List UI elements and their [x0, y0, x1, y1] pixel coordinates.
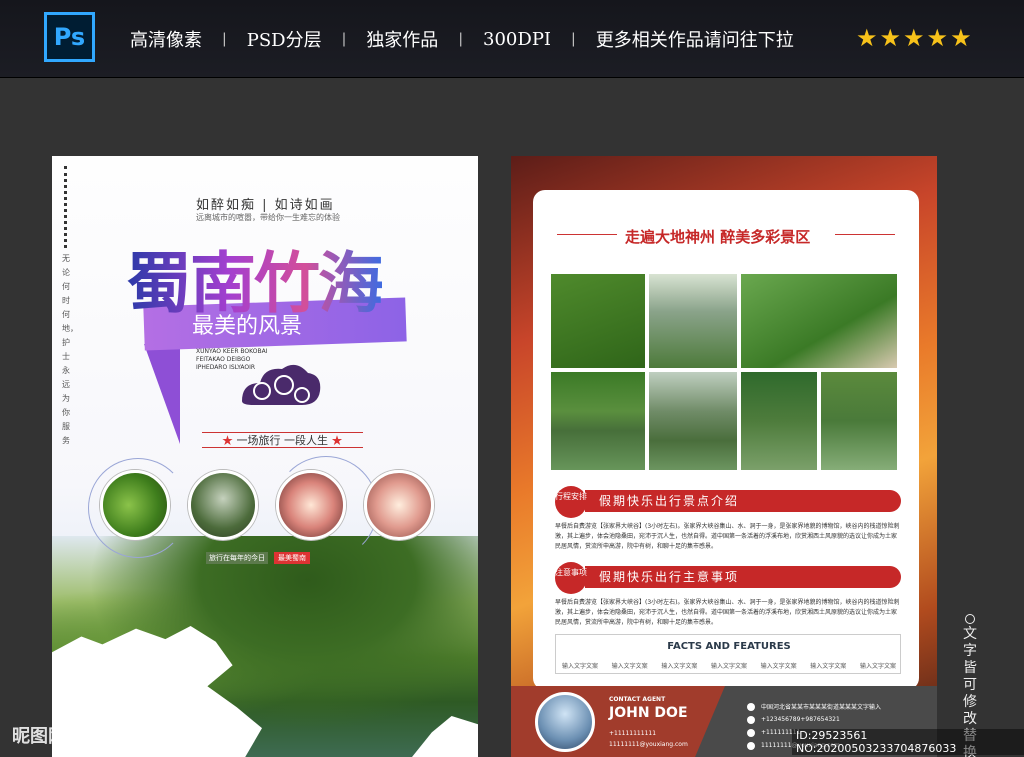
- star-icon: ★: [328, 434, 343, 447]
- grid-photo: [741, 372, 817, 470]
- banner-item-dpi: 300DPI: [483, 28, 552, 50]
- facts-items: 输入文字文案 输入文字文案 输入文字文案 输入文字文案 输入文字文案 输入文字文…: [562, 661, 896, 670]
- banner-item-psd: PSD分层: [246, 30, 322, 51]
- facts-title: FACTS AND FEATURES: [667, 641, 791, 652]
- facts-item: 输入文字文案: [562, 663, 599, 670]
- facts-item: 输入文字文案: [810, 663, 847, 670]
- circle-photo: [100, 470, 170, 540]
- circle-icon: [965, 614, 975, 624]
- tagline: 如醉如痴 | 如诗如画: [196, 198, 335, 213]
- slogan-bar: ★ 一场旅行 一段人生 ★: [202, 432, 363, 448]
- fax-icon: [747, 728, 755, 737]
- rating-stars-icon: ★★★★★: [856, 24, 974, 52]
- top-banner: Ps 高清像素 | PSD分层 | 独家作品 | 300DPI | 更多相关作品…: [0, 0, 1024, 78]
- facts-box: FACTS AND FEATURES 输入文字文案 输入文字文案 输入文字文案 …: [555, 634, 901, 674]
- banner-item-exclusive: 独家作品: [366, 30, 439, 51]
- section-text: 早餐后自费游览【张家界大峡谷】(3小时左右)。张家界大峡谷集山、水、洞于一身，是…: [555, 599, 900, 626]
- email-icon: [747, 741, 755, 750]
- facts-item: 输入文字文案: [859, 663, 896, 670]
- circle-photo: [276, 470, 346, 540]
- vertical-text: 无论何时何地，护士永远为你服务: [62, 254, 78, 445]
- location-icon: [747, 702, 755, 711]
- phone-icon: [747, 715, 755, 724]
- grid-photo: [649, 274, 737, 368]
- agent-avatar: [535, 692, 595, 752]
- agent-name: JOHN DOE: [609, 705, 688, 721]
- ribbon-text: 最美的风景: [192, 314, 303, 339]
- banner-item-hd: 高清像素: [130, 30, 202, 51]
- section-title: 假期快乐出行主意事项: [585, 566, 901, 588]
- image-id: ID:29523561 NO:20200503233704876033: [792, 729, 1024, 755]
- slogan-text: 一场旅行 一段人生: [236, 434, 329, 447]
- contact-row-phone: +123456789+987654321: [747, 713, 927, 726]
- facts-item: 输入文字文案: [760, 663, 797, 670]
- star-icon: ★: [222, 434, 237, 447]
- grid-photo: [741, 274, 897, 368]
- left-poster: 无论何时何地，护士永远为你服务 如醉如痴 | 如诗如画 远离城市的喧嚣，带给你一…: [52, 156, 478, 757]
- section-text: 早餐后自费游览【张家界大峡谷】(3小时左右)。张家界大峡谷集山、水、洞于一身，是…: [555, 523, 900, 550]
- agent-phone: +11111111111: [609, 730, 657, 737]
- watermark-url: www.nipic.com: [84, 727, 190, 743]
- banner-menu: 高清像素 | PSD分层 | 独家作品 | 300DPI | 更多相关作品请问往…: [110, 0, 814, 78]
- contact-text: 中国河北省某某市某某某街道某某某文字输入: [761, 704, 882, 711]
- grid-photo: [551, 372, 645, 470]
- contact-text: +123456789+987654321: [761, 716, 840, 723]
- card-heading: 走遍大地神州 醉美多彩景区: [625, 228, 811, 246]
- ornament-line: [835, 234, 895, 235]
- banner-item-more: 更多相关作品请问往下拉: [595, 30, 794, 51]
- grid-photo: [649, 372, 737, 470]
- grid-photo: [821, 372, 897, 470]
- dotted-line: [64, 166, 67, 248]
- agent-mail: 11111111@youxiang.com: [609, 741, 688, 748]
- ribbon-tail: [144, 344, 180, 444]
- contact-row-address: 中国河北省某某市某某某街道某某某文字输入: [747, 700, 927, 713]
- subtagline: 远离城市的喧嚣，带给你一生难忘的体验: [196, 213, 340, 222]
- agent-label: CONTACT AGENT: [609, 696, 666, 703]
- facts-item: 输入文字文案: [710, 663, 747, 670]
- ornament-line: [557, 234, 617, 235]
- right-poster: 走遍大地神州 醉美多彩景区 假期快乐出行景点介绍 行程安排 早餐后自费游览【张家…: [511, 156, 937, 757]
- photo-label-badge: 最美蜀南: [274, 552, 310, 564]
- photo-label: 旅行在每年的今日: [206, 552, 268, 564]
- photo-grid: [551, 274, 901, 470]
- section-badge: 行程安排: [555, 486, 587, 518]
- circle-photo: [364, 470, 434, 540]
- facts-item: 输入文字文案: [661, 663, 698, 670]
- photoshop-logo-icon: Ps: [44, 12, 95, 62]
- section-title: 假期快乐出行景点介绍: [585, 490, 901, 512]
- circle-photo: [188, 470, 258, 540]
- auspicious-cloud-icon: [242, 364, 321, 405]
- grid-photo: [551, 274, 645, 368]
- watermark-logo: 昵图网: [12, 726, 66, 747]
- facts-item: 输入文字文案: [611, 663, 648, 670]
- photo-circles: [100, 470, 440, 542]
- section-badge: 注意事项: [555, 562, 587, 594]
